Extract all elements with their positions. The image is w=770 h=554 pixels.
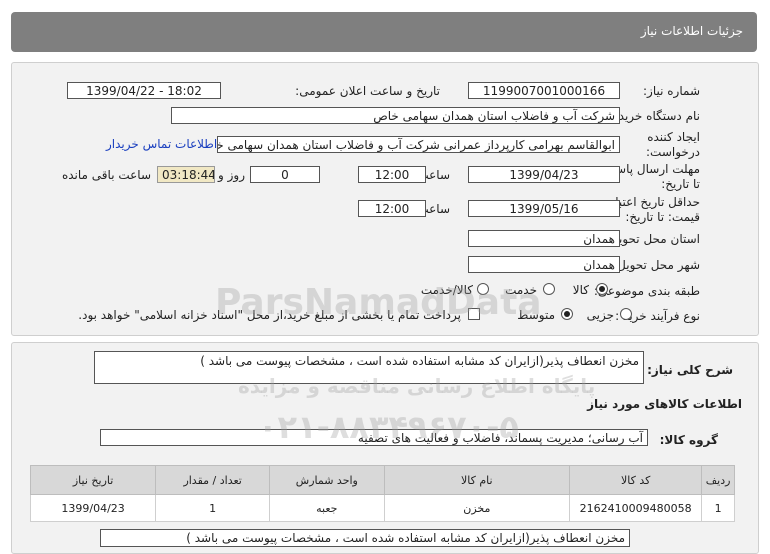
col-row: ردیف [701,465,735,495]
deadline-date-field: 1399/04/23 [468,166,620,183]
category-goods-radio[interactable] [596,283,608,295]
deadline-label-2: تا تاریخ: [661,177,700,191]
table-row: 1 2162410009480058 مخزن جعبه 1 1399/04/2… [29,494,735,522]
page-title: جزئیات اطلاعات نیاز [640,24,743,38]
col-code: کد کالا [569,465,703,495]
need-number-label: شماره نیاز: [643,84,700,98]
city-label: شهر محل تحویل: [613,258,700,272]
buyer-field: شرکت آب و فاضلاب استان همدان سهامی خاص [171,107,620,124]
treasury-payment-checkbox[interactable] [468,308,480,320]
cell-code: 2162410009480058 [569,494,703,522]
days-label: روز و [218,168,245,182]
category-label: طبقه بندی موضوعی: [593,284,700,298]
creator-label-2: درخواست: [646,145,700,159]
goods-section-title: اطلاعات کالاهای مورد نیاز [587,397,742,411]
treasury-payment-note: پرداخت تمام یا بخشی از مبلغ خرید،از محل … [78,308,461,322]
validity-date-field: 1399/05/16 [468,200,620,217]
deadline-time-field: 12:00 [358,166,426,183]
announce-field: 1399/04/22 - 18:02 [67,82,221,99]
summary-label: شرح کلی نیاز: [647,363,733,377]
purchase-medium-radio[interactable] [561,308,573,320]
category-both-label: کالا/خدمت [420,283,473,297]
cell-unit: جعبه [269,494,385,522]
category-both-radio[interactable] [477,283,489,295]
cell-name: مخزن [383,494,571,522]
category-goods-label: کالا [572,283,589,297]
col-quantity: تعداد / مقدار [155,465,271,495]
remaining-time-field: 03:18:44 [157,166,215,183]
need-number-field: 1199007001000166 [468,82,620,99]
goods-table-header: ردیف کد کالا نام کالا واحد شمارش تعداد /… [29,465,735,495]
cell-quantity: 1 [155,494,271,522]
buyer-contact-link[interactable]: اطلاعات تماس خریدار [106,137,217,151]
validity-label: حداقل تاریخ اعتبار [609,195,700,209]
item-description-field: مخزن انعطاف پذیر(ازایران کد مشابه استفاد… [100,529,630,547]
col-name: نام کالا [383,465,571,495]
days-field: 0 [250,166,320,183]
creator-field: ابوالقاسم بهرامی کارپرداز عمرانی شرکت آب… [217,136,620,153]
summary-field: مخزن انعطاف پذیر(ازایران کد مشابه استفاد… [94,351,644,384]
goods-group-label: گروه کالا: [659,433,718,447]
cell-need-date: 1399/04/23 [29,494,157,522]
announce-label: تاریخ و ساعت اعلان عمومی: [295,84,440,98]
creator-label: ایجاد کننده [647,130,700,144]
category-service-label: خدمت [505,283,537,297]
col-unit: واحد شمارش [269,465,385,495]
remaining-label: ساعت باقی مانده [61,168,151,182]
validity-time-field: 12:00 [358,200,426,217]
category-service-radio[interactable] [543,283,555,295]
province-field: همدان [468,230,620,247]
purchase-minor-label: جزیی [586,308,614,322]
page-header: جزئیات اطلاعات نیاز [11,12,757,52]
goods-group-field: آب رسانی؛ مدیریت پسماند، فاضلاب و فعالیت… [100,429,648,446]
city-field: همدان [468,256,620,273]
purchase-minor-radio[interactable] [620,308,632,320]
goods-table: ردیف کد کالا نام کالا واحد شمارش تعداد /… [29,465,735,522]
validity-label-2: قیمت: تا تاریخ: [625,210,700,224]
cell-row: 1 [701,494,735,522]
purchase-medium-label: متوسط [517,308,555,322]
col-need-date: تاریخ نیاز [29,465,157,495]
